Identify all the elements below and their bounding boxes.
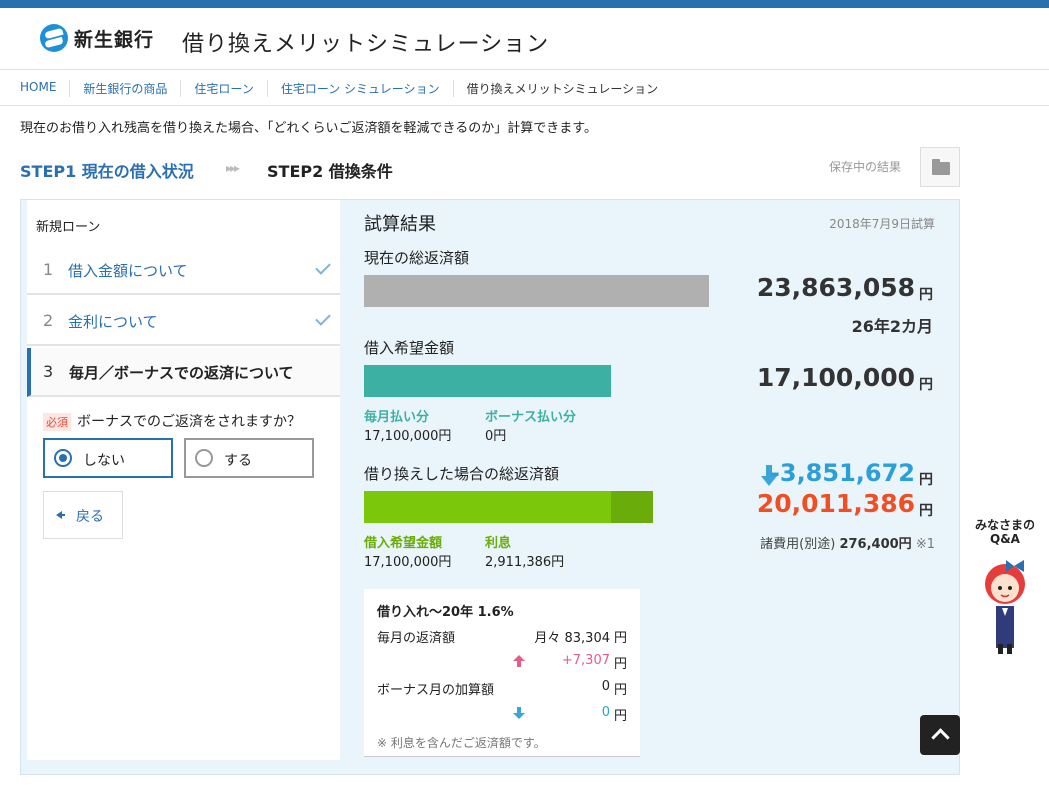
top-accent-bar [0,0,1049,8]
accordion-repayment[interactable]: 3 毎月／ボーナスでの返済について [27,348,340,397]
bonus-portion-value: 0円 [485,429,507,444]
monthly-repayment-label: 毎月の返済額 [377,631,456,646]
step2-current: STEP2 借換条件 [267,162,393,181]
loan-type-label: 新規ローン [36,220,101,235]
radio-label: しない [83,453,125,469]
step-number: 2 [43,311,54,330]
savings-amount: -3,851,672 [769,459,915,487]
detail-heading: 借り入れ～20年 1.6% [377,605,514,620]
current-total-unit: 円 [919,287,933,303]
breadcrumb-products[interactable]: 新生銀行の商品 [70,80,182,97]
required-badge: 必須 [43,413,71,431]
principal-value: 17,100,000円 [364,555,452,570]
monthly-portion-value: 17,100,000円 [364,429,452,444]
step-number: 1 [43,260,54,279]
bank-logo-icon [40,24,68,52]
site-header: 新生銀行 借り換えメリットシミュレーション [0,8,1049,70]
refinance-total-label: 借り換えした場合の総返済額 [364,465,560,483]
saved-results-button[interactable] [920,147,960,187]
accordion-label: 借入金額について [68,262,188,280]
radio-selected-icon [54,449,72,467]
repayment-detail-box: 借り入れ～20年 1.6% 毎月の返済額 月々 83,304 円 +7,307 … [364,589,640,757]
radio-with-bonus[interactable]: する [184,438,314,478]
refinance-total-amount: 20,011,386 [756,489,915,518]
check-icon [315,259,331,275]
arrow-left-icon [56,511,65,519]
interest-label: 利息 [485,536,512,551]
detail-note: ※ 利息を含んだご返済額です。 [377,736,546,750]
current-total-bar [364,275,709,307]
breadcrumb-home[interactable]: HOME [20,80,71,97]
result-title: 試算結果 [364,214,436,235]
brand-logo[interactable]: 新生銀行 [40,24,154,52]
interest-segment [611,491,653,523]
page-title: 借り換えメリットシミュレーション [182,32,550,57]
refinance-total-unit: 円 [919,503,933,519]
breadcrumb: HOME 新生銀行の商品 住宅ローン 住宅ローン シミュレーション 借り換えメリ… [20,80,671,97]
arrow-down-icon [513,707,525,719]
bonus-addition-label: ボーナス月の加算額 [377,683,495,698]
back-button[interactable]: 戻る [43,491,123,539]
bonus-diff-unit: 円 [613,709,627,724]
accordion-interest-rate[interactable]: 2 金利について [27,297,340,346]
intro-text: 現在のお借り入れ残高を借り換えた場合、「どれくらいご返済額を軽減できるのか」計算… [20,121,597,136]
qa-label-line1: みなさまの [974,518,1035,532]
check-icon [315,310,331,326]
desired-amount-unit: 円 [919,377,933,393]
monthly-repayment-value: 月々 83,304 [534,631,610,646]
bonus-addition-unit: 円 [613,683,627,698]
desired-amount-label: 借入希望金額 [364,339,455,357]
accordion-loan-amount[interactable]: 1 借入金額について [27,246,340,295]
desired-amount-bar [364,365,611,397]
qa-character-icon [985,560,1025,654]
folder-icon [932,159,950,175]
refinance-total-bar [364,491,653,523]
brand-name: 新生銀行 [74,28,155,51]
simulation-panel: 新規ローン 1 借入金額について 2 金利について 3 毎月／ボーナスでの返済に… [20,199,960,775]
current-total-label: 現在の総返済額 [364,249,470,267]
accordion-label: 金利について [68,313,158,331]
savings-unit: 円 [919,472,933,488]
fees-note[interactable]: ※1 [916,537,935,552]
principal-segment [364,491,611,523]
radio-label: する [224,453,252,469]
qa-label-line2: Q&A [990,532,1020,546]
back-to-top-button[interactable] [920,715,960,755]
result-date: 2018年7月9日試算 [829,217,935,231]
bonus-diff-value: 0 [601,705,610,720]
fees-info: 諸費用(別途) 276,400円 ※1 [760,533,935,552]
fees-label: 諸費用(別途) [760,537,836,552]
bonus-addition-value: 0 [601,679,610,694]
monthly-portion-label: 毎月払い分 [364,410,430,425]
breadcrumb-current: 借り換えメリットシミュレーション [466,82,659,96]
radio-no-bonus[interactable]: しない [43,438,173,478]
current-total-amount: 23,863,058 [756,273,915,302]
accordion-label: 毎月／ボーナスでの返済について [69,364,294,382]
desired-amount: 17,100,000 [756,363,915,392]
fees-value: 276,400円 [839,537,912,552]
current-term: 26年2カ月 [851,317,933,336]
principal-label: 借入希望金額 [364,536,443,551]
bonus-question: ボーナスでのご返済をされますか？ [77,414,301,430]
input-column: 新規ローン 1 借入金額について 2 金利について 3 毎月／ボーナスでの返済に… [27,200,340,760]
interest-value: 2,911,386円 [485,555,565,570]
monthly-diff-value: +7,307 [561,653,610,668]
step-number: 3 [43,362,54,381]
breadcrumb-home-loan[interactable]: 住宅ローン [181,80,268,97]
divider [0,105,1049,106]
arrow-up-icon [513,655,525,667]
step-arrows-icon: ▸▸▸ [226,161,240,175]
radio-empty-icon [195,449,213,467]
monthly-repayment-unit: 円 [613,631,627,646]
breadcrumb-simulation[interactable]: 住宅ローン シミュレーション [268,80,454,97]
saved-results-label: 保存中の結果 [829,160,902,174]
monthly-diff-unit: 円 [613,657,627,672]
back-label: 戻る [76,509,104,525]
step1-link[interactable]: STEP1 現在の借入状況 [20,158,194,182]
qa-widget[interactable]: みなさまの Q&A [970,518,1040,660]
bonus-portion-label: ボーナス払い分 [485,410,577,425]
